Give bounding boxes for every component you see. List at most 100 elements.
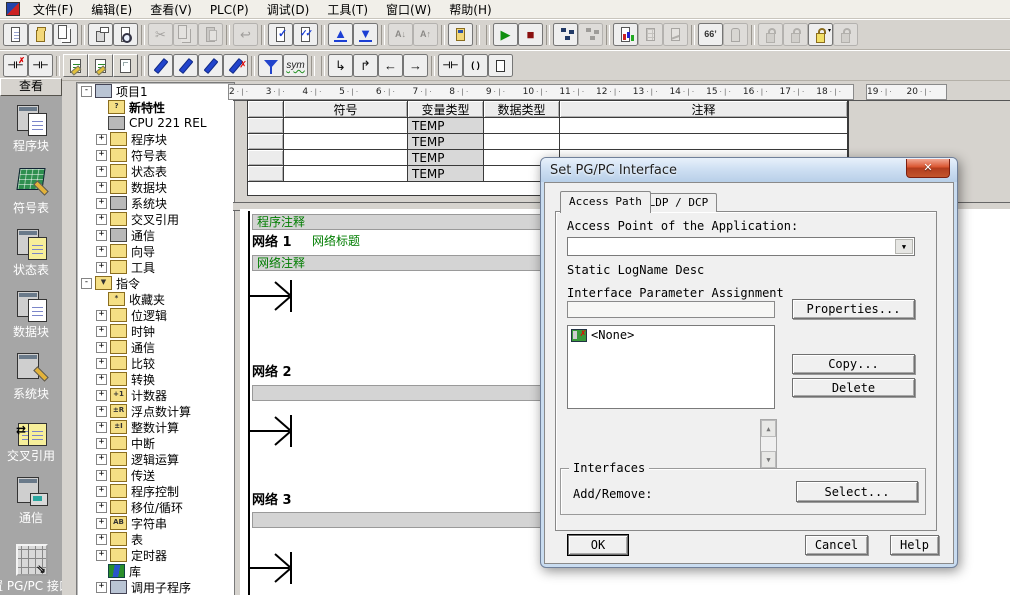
tree-item-10[interactable]: +通信	[77, 227, 234, 243]
menu-item-7[interactable]: 帮助(H)	[440, 2, 500, 18]
list-item[interactable]: <None>	[571, 328, 771, 342]
tree-item-6[interactable]: +状态表	[77, 163, 234, 179]
sidebar-item-7[interactable]: 通信	[14, 475, 48, 526]
lock-button-3[interactable]: ▾	[808, 23, 833, 46]
options-button[interactable]	[448, 23, 473, 46]
tree-item-2[interactable]: ?新特性	[77, 99, 234, 115]
tree-item-16[interactable]: +时钟	[77, 323, 234, 339]
expand-plus-icon[interactable]: +	[96, 406, 107, 417]
expand-plus-icon[interactable]: +	[96, 198, 107, 209]
pen-tool-3-button[interactable]	[198, 54, 223, 77]
table-cell[interactable]: TEMP	[408, 118, 484, 134]
tree-item-8[interactable]: +系统块	[77, 195, 234, 211]
compile-all-button[interactable]	[293, 23, 318, 46]
tree-item-23[interactable]: +中断	[77, 435, 234, 451]
ok-button[interactable]: OK	[568, 535, 628, 555]
pen-tool-1-button[interactable]	[148, 54, 173, 77]
expand-plus-icon[interactable]: +	[96, 230, 107, 241]
line-up-button[interactable]: ↱	[353, 54, 378, 77]
expand-plus-icon[interactable]: +	[96, 262, 107, 273]
sidebar-item-2[interactable]: 符号表	[13, 165, 49, 216]
tree-item-22[interactable]: +±I整数计算	[77, 419, 234, 435]
table-cell[interactable]	[284, 166, 408, 182]
expand-plus-icon[interactable]: +	[96, 454, 107, 465]
menu-item-6[interactable]: 窗口(W)	[377, 2, 440, 18]
tree-item-12[interactable]: +工具	[77, 259, 234, 275]
tree-item-29[interactable]: +表	[77, 531, 234, 547]
tree-item-17[interactable]: +通信	[77, 339, 234, 355]
tree-item-11[interactable]: +向导	[77, 243, 234, 259]
chart-status-button[interactable]	[613, 23, 638, 46]
expand-plus-icon[interactable]: +	[96, 134, 107, 145]
expand-plus-icon[interactable]: +	[96, 310, 107, 321]
expand-plus-icon[interactable]: +	[96, 422, 107, 433]
expand-plus-icon[interactable]: +	[96, 470, 107, 481]
sidebar-item-3[interactable]: 状态表	[13, 227, 49, 278]
table-header-cell[interactable]: 数据类型	[484, 101, 560, 118]
line-down-button[interactable]: ↳	[328, 54, 353, 77]
run-button[interactable]: ▶	[493, 23, 518, 46]
view-program-button[interactable]	[63, 54, 88, 77]
insert-coil-button[interactable]: ( )	[463, 54, 488, 77]
close-icon[interactable]: ✕	[906, 159, 950, 178]
tree-item-21[interactable]: +±R浮点数计算	[77, 403, 234, 419]
tree-item-3[interactable]: CPU 221 REL	[77, 115, 234, 131]
expand-plus-icon[interactable]: +	[96, 486, 107, 497]
tree-item-32[interactable]: +调用子程序	[77, 579, 234, 595]
tab-access-path[interactable]: Access Path	[560, 191, 651, 213]
tree-item-31[interactable]: 库	[77, 563, 234, 579]
download-button[interactable]: ▼	[353, 23, 378, 46]
expand-plus-icon[interactable]: +	[96, 214, 107, 225]
insert-network-button[interactable]: ⊣⊢	[28, 54, 53, 77]
table-header-cell[interactable]: 变量类型	[408, 101, 484, 118]
stop-button[interactable]: ■	[518, 23, 543, 46]
table-cell[interactable]	[484, 118, 560, 134]
table-cell[interactable]: TEMP	[408, 134, 484, 150]
line-right-button[interactable]: →	[403, 54, 428, 77]
expand-plus-icon[interactable]: +	[96, 502, 107, 513]
expand-plus-icon[interactable]: +	[96, 358, 107, 369]
tree-item-20[interactable]: ++1计数器	[77, 387, 234, 403]
expand-plus-icon[interactable]: +	[96, 182, 107, 193]
pen-tool-2-button[interactable]	[173, 54, 198, 77]
sidebar-item-4[interactable]: 数据块	[13, 289, 49, 340]
tree-item-15[interactable]: +位逻辑	[77, 307, 234, 323]
menu-item-5[interactable]: 工具(T)	[318, 2, 377, 18]
scroll-down-icon[interactable]: ▼	[761, 451, 776, 468]
menu-item-1[interactable]: 编辑(E)	[82, 2, 141, 18]
sidebar-item-6[interactable]: ⇄交叉引用	[7, 413, 55, 464]
tree-item-9[interactable]: +交叉引用	[77, 211, 234, 227]
tree-item-19[interactable]: +转换	[77, 371, 234, 387]
menu-item-2[interactable]: 查看(V)	[141, 2, 201, 18]
expand-plus-icon[interactable]: +	[96, 550, 107, 561]
tree-item-27[interactable]: +移位/循环	[77, 499, 234, 515]
table-header-cell[interactable]	[248, 166, 284, 182]
view-components-button[interactable]	[88, 54, 113, 77]
menu-item-0[interactable]: 文件(F)	[24, 2, 82, 18]
new-project-button[interactable]	[3, 23, 28, 46]
interface-list[interactable]: <None>	[567, 325, 775, 409]
tree-item-24[interactable]: +逻辑运算	[77, 451, 234, 467]
expand-plus-icon[interactable]: +	[96, 390, 107, 401]
expand-plus-icon[interactable]: +	[96, 438, 107, 449]
table-header-cell[interactable]	[248, 118, 284, 134]
table-header-cell[interactable]	[248, 134, 284, 150]
print-button[interactable]	[88, 23, 113, 46]
expand-plus-icon[interactable]: +	[96, 374, 107, 385]
table-cell[interactable]	[484, 134, 560, 150]
insert-box-button[interactable]	[488, 54, 513, 77]
upload-button[interactable]: ▲	[328, 23, 353, 46]
tree-item-30[interactable]: +定时器	[77, 547, 234, 563]
table-cell[interactable]	[560, 118, 848, 134]
properties-button[interactable]: Properties...	[792, 299, 915, 319]
open-project-button[interactable]	[28, 23, 53, 46]
table-header-cell[interactable]	[248, 101, 284, 118]
expand-plus-icon[interactable]: +	[96, 582, 107, 593]
pen-tool-4-button[interactable]	[223, 54, 248, 77]
expand-plus-icon[interactable]: +	[96, 246, 107, 257]
delete-button[interactable]: Delete	[792, 378, 915, 397]
symbol-filter-button[interactable]	[258, 54, 283, 77]
tree-item-26[interactable]: +程序控制	[77, 483, 234, 499]
collapse-minus-icon[interactable]: -	[81, 278, 92, 289]
help-button[interactable]: Help	[890, 535, 939, 555]
